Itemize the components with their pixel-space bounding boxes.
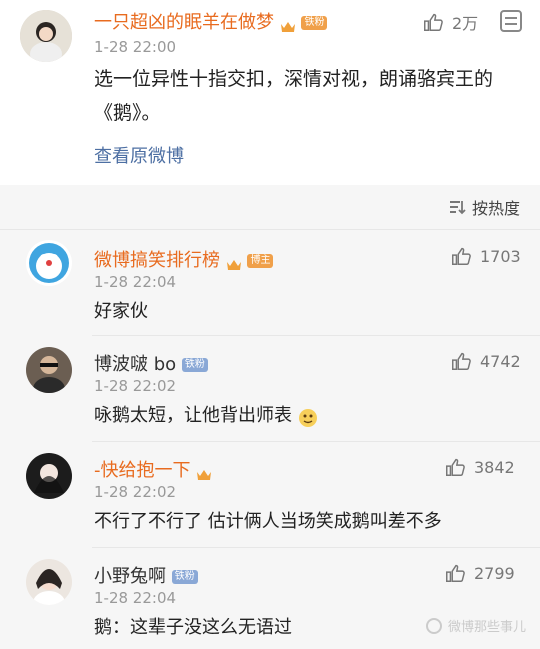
comment-author-label[interactable]: 小野兔啊	[94, 566, 166, 587]
original-post: 一只超凶的眠羊在做梦 铁粉 2万 1-28 22:00 选一位异性十指交扣，深情…	[0, 0, 540, 185]
divider	[0, 229, 540, 230]
comment-author[interactable]: -快给抱一下	[94, 456, 212, 482]
comment-avatar[interactable]	[26, 240, 72, 286]
post-time: 1-28 22:00	[94, 38, 177, 56]
comment-like-count: 4742	[480, 351, 521, 371]
comment-time: 1-28 22:02	[94, 377, 177, 395]
divider	[92, 335, 540, 336]
crown-icon	[196, 465, 212, 480]
divider	[92, 547, 540, 548]
crown-icon	[280, 17, 296, 32]
thumbs-up-icon	[452, 247, 471, 265]
comment-like-count: 2799	[474, 563, 515, 583]
host-badge: 博主	[247, 254, 274, 268]
comment-like-button[interactable]: 1703	[450, 245, 521, 267]
iron-fan-badge: 铁粉	[181, 358, 208, 372]
comment-text: 鹅：这辈子没这么无语过	[94, 617, 292, 638]
sort-icon	[449, 201, 466, 215]
iron-fan-badge: 铁粉	[171, 570, 198, 584]
comment-text-label: 咏鹅太短，让他背出师表	[94, 405, 292, 426]
comment-avatar[interactable]	[26, 559, 72, 605]
comment-text: 咏鹅太短，让他背出师表	[94, 399, 318, 433]
comment-text: 不行了不行了 估计俩人当场笑成鹅叫差不多	[94, 511, 442, 532]
post-author-avatar[interactable]	[20, 10, 72, 62]
view-original-link[interactable]: 查看原微博	[94, 142, 184, 168]
comments-section: 按热度 微博搞笑排行榜 博主 1703 1-28 22:04 好家伙 博波啵 b…	[0, 185, 540, 649]
comment-author-label[interactable]: 微博搞笑排行榜	[94, 250, 220, 271]
comment-author[interactable]: 微博搞笑排行榜 博主	[94, 246, 274, 272]
comment-author-label[interactable]: 博波啵 bo	[94, 354, 176, 375]
comment-author-label[interactable]: -快给抱一下	[94, 460, 191, 481]
watermark-text: 微博那些事儿	[447, 620, 526, 635]
crown-icon	[226, 255, 242, 270]
post-like-count: 2万	[452, 14, 479, 33]
comment-author[interactable]: 小野兔啊 铁粉	[94, 562, 198, 588]
thumbs-up-icon	[446, 458, 465, 476]
thumbs-up-icon	[452, 352, 471, 370]
watermark: 微博那些事儿	[425, 616, 526, 635]
comment-like-button[interactable]: 4742	[450, 350, 521, 372]
post-author-name[interactable]: 一只超凶的眠羊在做梦 铁粉	[94, 8, 328, 34]
comment-like-button[interactable]: 2799	[444, 562, 515, 584]
comment-avatar[interactable]	[26, 453, 72, 499]
menu-icon[interactable]	[500, 10, 522, 32]
post-author-label[interactable]: 一只超凶的眠羊在做梦	[94, 12, 274, 33]
comment-time: 1-28 22:02	[94, 483, 177, 501]
thumbs-up-icon	[446, 564, 465, 582]
sort-label[interactable]: 按热度	[472, 195, 520, 219]
comment-text: 好家伙	[94, 301, 148, 322]
watermark-icon	[425, 617, 442, 634]
comment-author[interactable]: 博波啵 bo 铁粉	[94, 350, 208, 376]
comment-avatar[interactable]	[26, 347, 72, 393]
iron-fan-badge: 铁粉	[301, 16, 328, 30]
sort-by-hot-button[interactable]: 按热度	[448, 195, 520, 219]
comment-time: 1-28 22:04	[94, 589, 177, 607]
thumbs-up-icon	[424, 13, 443, 31]
emoji-icon	[298, 406, 318, 427]
comment-time: 1-28 22:04	[94, 273, 177, 291]
post-content: 选一位异性十指交扣，深情对视，朗诵骆宾王的《鹅》。	[94, 68, 494, 124]
comment-like-button[interactable]: 3842	[444, 456, 515, 478]
divider	[92, 441, 540, 442]
comment-like-count: 1703	[480, 246, 521, 266]
comment-like-count: 3842	[474, 457, 515, 477]
post-like-button[interactable]: 2万	[422, 10, 478, 34]
